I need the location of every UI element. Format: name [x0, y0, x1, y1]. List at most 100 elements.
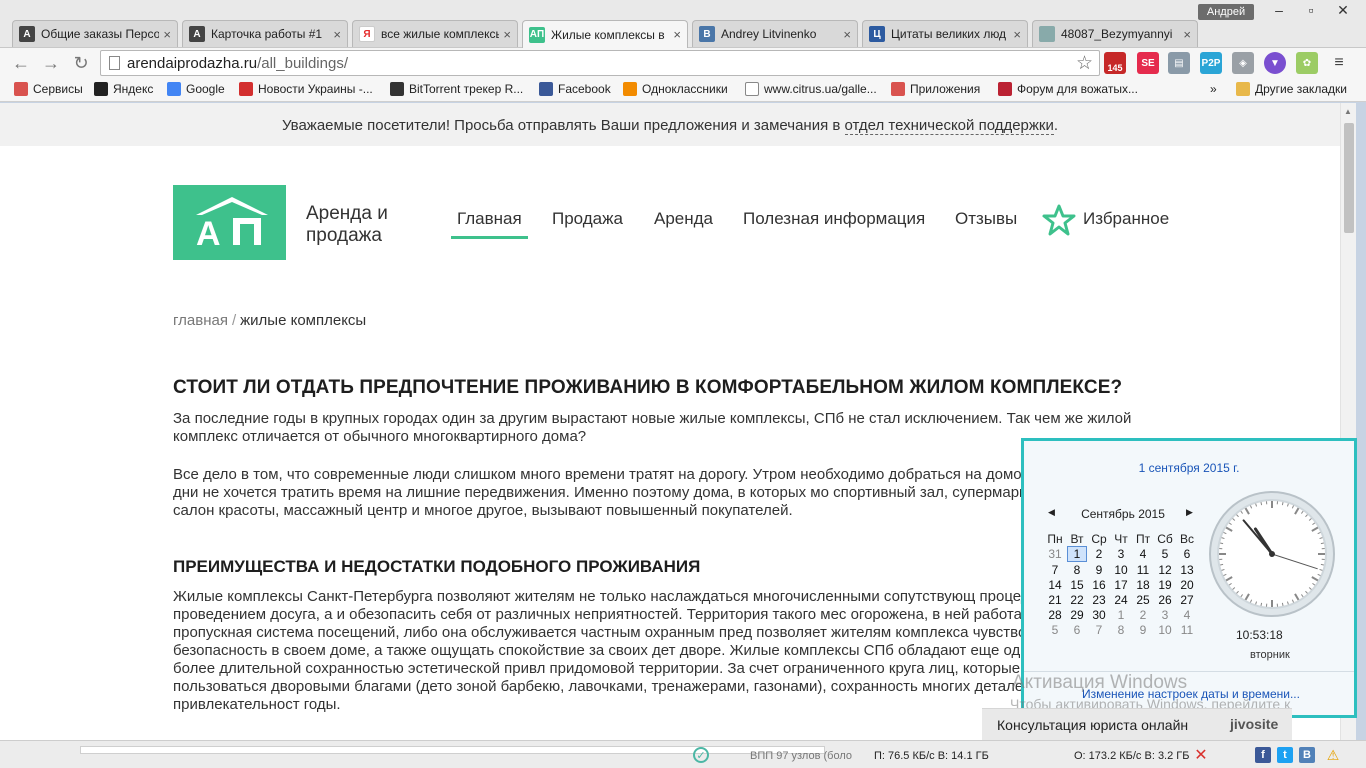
minimize-icon[interactable]: – [1266, 2, 1292, 18]
calendar-day[interactable]: 28 [1044, 607, 1066, 622]
calendar-day[interactable]: 13 [1176, 562, 1198, 577]
tab-close-icon[interactable]: × [163, 27, 171, 42]
bookmark-item[interactable]: Форум для вожатых... [998, 82, 1138, 96]
favorites-star-icon[interactable] [1042, 204, 1076, 241]
site-logo[interactable]: A [173, 185, 286, 260]
twitter-share-icon[interactable]: t [1277, 747, 1293, 763]
calendar-day[interactable]: 26 [1154, 592, 1176, 607]
calendar-day[interactable]: 8 [1110, 622, 1132, 637]
close-red-icon[interactable]: ✕ [1193, 747, 1209, 764]
calendar-day[interactable]: 31 [1044, 546, 1066, 562]
nav-rent[interactable]: Аренда [654, 209, 713, 229]
calendar-day[interactable]: 24 [1110, 592, 1132, 607]
bookmark-item[interactable]: www.citrus.ua/galle... [745, 82, 877, 96]
shield-extension-icon[interactable]: ◈ [1232, 52, 1254, 74]
calendar-day[interactable]: 5 [1044, 622, 1066, 637]
calendar-day[interactable]: 7 [1044, 562, 1066, 577]
back-icon[interactable]: ← [10, 52, 32, 74]
month-title[interactable]: Сентябрь 2015 [1048, 507, 1198, 521]
calendar-day[interactable]: 25 [1132, 592, 1154, 607]
calendar-day[interactable]: 30 [1088, 607, 1110, 622]
full-date-link[interactable]: 1 сентября 2015 г. [1024, 461, 1354, 475]
bookmark-star-icon[interactable]: ☆ [1076, 52, 1093, 75]
calendar-day[interactable]: 29 [1066, 607, 1088, 622]
nav-sale[interactable]: Продажа [552, 209, 623, 229]
warning-icon[interactable]: ⚠ [1325, 747, 1341, 763]
tab-close-icon[interactable]: × [843, 27, 851, 42]
tab-close-icon[interactable]: × [503, 27, 511, 42]
next-month-icon[interactable]: ▶ [1186, 507, 1193, 518]
calendar-day[interactable]: 9 [1132, 622, 1154, 637]
calendar-day[interactable]: 10 [1110, 562, 1132, 577]
calendar-day[interactable]: 27 [1176, 592, 1198, 607]
vk-share-icon[interactable]: В [1299, 747, 1315, 763]
scroll-thumb[interactable] [1344, 123, 1354, 233]
calendar-day[interactable]: 6 [1176, 546, 1198, 562]
calendar-day[interactable]: 1 [1110, 607, 1132, 622]
bookmark-item[interactable]: Google [167, 82, 225, 96]
forward-icon[interactable]: → [40, 52, 62, 74]
bookmark-item[interactable]: Яндекс [94, 82, 153, 96]
leaf-extension-icon[interactable]: ✿ [1296, 52, 1318, 74]
se-extension-icon[interactable]: SE [1137, 52, 1159, 74]
calendar-day[interactable]: 9 [1088, 562, 1110, 577]
calendar-day[interactable]: 4 [1176, 607, 1198, 622]
bookmark-item[interactable]: Сервисы [14, 82, 83, 96]
nav-useful-info[interactable]: Полезная информация [743, 209, 925, 229]
bookmark-item[interactable]: Facebook [539, 82, 611, 96]
bookmark-item[interactable]: Приложения [891, 82, 980, 96]
bookmarks-overflow-button[interactable]: » [1210, 82, 1217, 96]
tab-close-icon[interactable]: × [1013, 27, 1021, 42]
browser-tab[interactable]: Явсе жилые комплексы × [352, 20, 518, 47]
calendar-day[interactable]: 2 [1132, 607, 1154, 622]
calendar-day[interactable]: 1 [1066, 546, 1088, 562]
maximize-icon[interactable]: ▫ [1298, 2, 1324, 18]
address-bar[interactable]: arendaiprodazha.ru/all_buildings/ ☆ [100, 50, 1100, 76]
calendar-day[interactable]: 16 [1088, 577, 1110, 592]
calendar-day[interactable]: 23 [1088, 592, 1110, 607]
calendar-day[interactable]: 8 [1066, 562, 1088, 577]
screen-extension-icon[interactable]: ▤ [1168, 52, 1190, 74]
browser-tab[interactable]: A Карточка работы #1 × [182, 20, 348, 47]
browser-tab[interactable]: A Общие заказы Персо × [12, 20, 178, 47]
bookmark-item[interactable]: Новости Украины -... [239, 82, 373, 96]
nav-favorites[interactable]: Избранное [1083, 209, 1169, 229]
vpn-extension-icon[interactable]: ▼ [1264, 52, 1286, 74]
calendar-day[interactable]: 19 [1154, 577, 1176, 592]
profile-button[interactable]: Андрей [1198, 4, 1254, 20]
calendar-day[interactable]: 5 [1154, 546, 1176, 562]
support-link[interactable]: отдел технической поддержки [844, 117, 1054, 135]
p2p-extension-icon[interactable]: P2P [1200, 52, 1222, 74]
facebook-share-icon[interactable]: f [1255, 747, 1271, 763]
calendar-day[interactable]: 17 [1110, 577, 1132, 592]
scroll-up-icon[interactable]: ▲ [1344, 107, 1352, 116]
browser-tab[interactable]: B Andrey Litvinenko × [692, 20, 858, 47]
mail-extension-icon[interactable]: 145 [1104, 52, 1126, 74]
tab-close-icon[interactable]: × [673, 27, 681, 42]
calendar-day[interactable]: 12 [1154, 562, 1176, 577]
calendar-day[interactable]: 11 [1132, 562, 1154, 577]
close-window-icon[interactable]: ✕ [1330, 2, 1356, 19]
calendar-day[interactable]: 20 [1176, 577, 1198, 592]
nav-reviews[interactable]: Отзывы [955, 209, 1017, 229]
browser-tab[interactable]: 48087_Bezymyannyi × [1032, 20, 1198, 47]
calendar-day[interactable]: 15 [1066, 577, 1088, 592]
breadcrumb-home-link[interactable]: главная [173, 312, 228, 329]
calendar-day[interactable]: 7 [1088, 622, 1110, 637]
jivosite-chat-widget[interactable]: Консультация юриста онлайн jivosite [982, 708, 1292, 740]
calendar-day[interactable]: 11 [1176, 622, 1198, 637]
menu-icon[interactable]: ≡ [1328, 52, 1350, 74]
horizontal-scrollbar[interactable] [80, 746, 825, 754]
browser-tab[interactable]: Ц Цитаты великих люд × [862, 20, 1028, 47]
browser-tab[interactable]: AП Жилые комплексы в × [522, 20, 688, 48]
calendar-day[interactable]: 10 [1154, 622, 1176, 637]
bookmark-item[interactable]: BitTorrent трекер R... [390, 82, 523, 96]
check-circle-icon[interactable]: ✓ [693, 747, 709, 763]
bookmark-item[interactable]: Одноклассники [623, 82, 728, 96]
calendar-day[interactable]: 2 [1088, 546, 1110, 562]
logo-caption[interactable]: Аренда и продажа [306, 203, 388, 247]
calendar-day[interactable]: 14 [1044, 577, 1066, 592]
calendar-day[interactable]: 3 [1110, 546, 1132, 562]
tab-close-icon[interactable]: × [333, 27, 341, 42]
calendar-day[interactable]: 6 [1066, 622, 1088, 637]
